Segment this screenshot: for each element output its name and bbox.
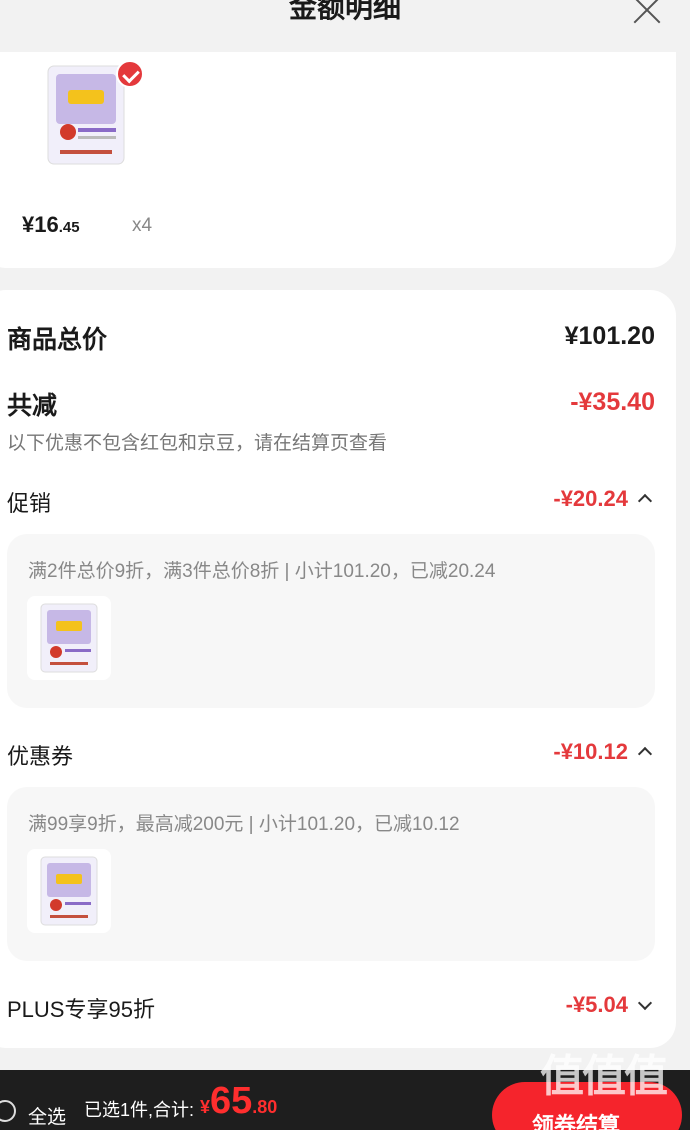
total-price-value: ¥101.20 <box>564 322 655 350</box>
promotion-detail: 满2件总价9折，满3件总价8折 | 小计101.20，已减20.24 <box>7 534 655 708</box>
chevron-up-icon[interactable] <box>637 493 653 509</box>
header: 金额明细 <box>0 0 690 52</box>
chevron-down-icon[interactable] <box>637 995 653 1011</box>
product-card: ¥16.45 x4 <box>0 52 676 268</box>
page-title: 金额明细 <box>288 0 401 23</box>
selected-check-icon[interactable] <box>116 60 144 88</box>
total-reduce-label: 共减 <box>7 392 58 420</box>
discount-note: 以下优惠不包含红包和京豆，请在结算页查看 <box>7 433 388 454</box>
product-thumbnail[interactable] <box>27 596 111 680</box>
select-all-label[interactable]: 全选 <box>28 1102 66 1129</box>
total-amount: ¥65.80 <box>200 1080 278 1122</box>
plus-discount-label: PLUS专享95折 <box>7 997 155 1022</box>
coupon-amount: -¥10.12 <box>553 739 628 764</box>
promotion-amount: -¥20.24 <box>553 486 628 511</box>
amount-detail-card: 商品总价 ¥101.20 共减 -¥35.40 以下优惠不包含红包和京豆，请在结… <box>0 290 676 1048</box>
plus-discount-amount: -¥5.04 <box>565 992 628 1017</box>
coupon-label: 优惠券 <box>7 744 74 769</box>
promotion-detail-text: 满2件总价9折，满3件总价8折 | 小计101.20，已减20.24 <box>28 561 496 582</box>
selected-summary: 已选1件,合计: <box>84 1100 195 1120</box>
coupon-detail: 满99享9折，最高减200元 | 小计101.20，已减10.12 <box>7 787 655 961</box>
total-reduce-value: -¥35.40 <box>570 388 655 416</box>
quantity: x4 <box>132 215 153 236</box>
total-price-label: 商品总价 <box>7 326 108 354</box>
coupon-detail-text: 满99享9折，最高减200元 | 小计101.20，已减10.12 <box>28 814 460 835</box>
close-icon[interactable] <box>632 0 662 24</box>
select-all-checkbox[interactable] <box>0 1100 16 1122</box>
promotion-label: 促销 <box>7 491 52 516</box>
watermark: 值值值 <box>540 1052 668 1101</box>
unit-price: ¥16.45 <box>22 212 80 237</box>
product-image[interactable] <box>46 62 126 168</box>
product-thumbnail[interactable] <box>27 849 111 933</box>
chevron-up-icon[interactable] <box>637 746 653 762</box>
